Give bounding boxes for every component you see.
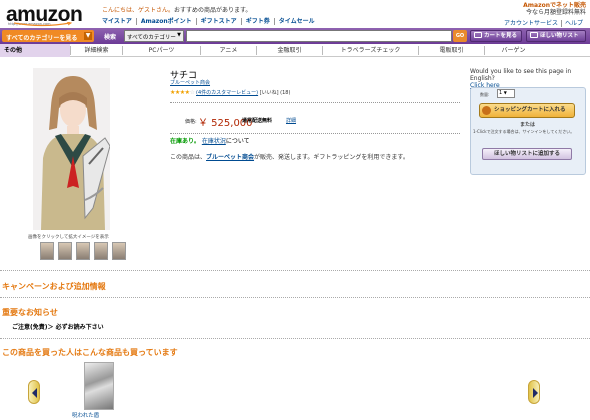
top-nav-giftstore[interactable]: ギフトストア	[195, 18, 241, 25]
thumbnail[interactable]	[94, 242, 108, 260]
carousel-item-image[interactable]	[84, 362, 114, 410]
search-go-button[interactable]: GO	[453, 30, 467, 42]
thumbnail[interactable]	[58, 242, 72, 260]
quantity-label: 数量:	[480, 92, 490, 97]
greeting: こんにちは、ゲストさん。おすすめの商品があります。	[102, 5, 251, 14]
add-to-cart-label: ショッピングカートに入れる	[494, 107, 566, 113]
arrow-left-icon	[32, 388, 37, 398]
stock-status-link[interactable]: 在庫状況	[202, 138, 226, 145]
stock-suffix: について	[225, 138, 250, 145]
promo-line1: Amazonでネット販売	[523, 2, 586, 9]
section-divider	[0, 270, 590, 271]
sold-by-prefix: この商品は、	[170, 154, 207, 161]
review-extra: [いいね] (18)	[259, 90, 291, 96]
help-link[interactable]: ヘルプ	[560, 20, 586, 27]
carousel-item-label[interactable]: 呪われた盾	[72, 411, 99, 419]
top-nav-mystore[interactable]: マイストア	[102, 18, 136, 25]
also-bought-heading: この商品を買った人はこんな商品も買っています	[2, 348, 178, 357]
add-to-wishlist-button[interactable]: ほしい物リストに追加する	[482, 148, 572, 160]
all-categories-button[interactable]: すべてのカテゴリーを見る ▼	[2, 30, 94, 42]
top-nav: マイストア Amazonポイント ギフトストア ギフト券 タイムセール	[102, 18, 319, 25]
subnav-trade[interactable]: 電販取引	[418, 46, 484, 55]
view-cart-button[interactable]: カートを見る	[470, 30, 522, 42]
shipping-note: 通常配送無料	[242, 118, 273, 124]
thumbnail-strip	[40, 242, 126, 260]
add-to-cart-button[interactable]: ショッピングカートに入れる	[479, 103, 575, 118]
logo-smile-icon	[13, 22, 73, 27]
wishlist-button[interactable]: ほしい物リスト	[526, 30, 586, 42]
subnav-other[interactable]: その他	[0, 44, 70, 57]
sold-by: この商品は、ブルーペット商会が販売、発送します。ギフトラッピングを利用できます。	[170, 152, 409, 161]
campaign-heading: キャンペーンおよび追加情報	[2, 282, 106, 291]
cart-icon	[482, 106, 491, 115]
promo-line2: 今なら月額登録料無料	[525, 9, 586, 16]
top-nav-giftcard[interactable]: ギフト券	[240, 18, 274, 25]
greeting-prefix: こんにちは、ゲストさん。	[102, 7, 175, 14]
subnav-pc-parts[interactable]: PCパーツ	[122, 46, 200, 55]
list-icon	[530, 32, 538, 38]
top-nav-points[interactable]: Amazonポイント	[135, 18, 196, 25]
carousel-next-button[interactable]	[528, 380, 540, 404]
section-divider	[0, 338, 590, 339]
sold-by-suffix: が販売、発送します。ギフトラッピングを利用できます。	[254, 154, 409, 161]
caution-text: ご注意(免責)＞ 必ずお読み下さい	[12, 324, 104, 331]
all-categories-label: すべてのカテゴリーを見る	[6, 35, 78, 42]
oneclick-note: 1-Clickで注文する場合は、サインインをしてください。	[473, 129, 575, 134]
section-divider	[0, 297, 590, 298]
image-caption: 画像をクリックして拡大イメージを表示	[28, 235, 109, 240]
seller-link[interactable]: ブルーペット商会	[206, 154, 254, 161]
english-question: Would you like to see this page in Engli…	[470, 68, 572, 82]
shipping-detail-link[interactable]: 詳細	[286, 117, 296, 124]
top-nav-timesale[interactable]: タイムセール	[273, 18, 319, 25]
rating-stars[interactable]: ★★★★	[170, 89, 190, 96]
or-text: または	[520, 122, 536, 128]
subnav-finance[interactable]: 金融取引	[256, 46, 322, 55]
subnav-anime[interactable]: アニメ	[200, 46, 256, 55]
english-page-prompt: Would you like to see this page in Engli…	[470, 68, 588, 89]
search-category-select[interactable]: すべてのカテゴリー ▼	[124, 30, 184, 42]
thumbnail[interactable]	[112, 242, 126, 260]
dropdown-arrow-icon: ▼	[503, 90, 507, 95]
search-category-value: すべてのカテゴリー	[127, 35, 176, 41]
quantity-value: 1	[499, 90, 503, 96]
promo-banner[interactable]: Amazonでネット販売 今なら月額登録料無料	[523, 2, 586, 16]
cart-icon	[474, 32, 482, 38]
account-service-link[interactable]: アカウントサービス	[501, 20, 561, 27]
stock-status: 在庫あり。	[170, 138, 200, 145]
thumbnail[interactable]	[40, 242, 54, 260]
subnav-bargain[interactable]: バーゲン	[484, 46, 542, 55]
carousel-prev-button[interactable]	[28, 380, 40, 404]
thumbnail[interactable]	[76, 242, 90, 260]
view-cart-label: カートを見る	[484, 33, 518, 39]
rating-star-empty: ☆	[189, 89, 195, 96]
notice-heading: 重要なお知らせ	[2, 308, 58, 317]
search-input[interactable]	[186, 30, 452, 42]
price-label: 価格:	[185, 119, 197, 125]
wishlist-label: ほしい物リスト	[540, 33, 579, 39]
stock-row: 在庫あり。 在庫状況について	[170, 136, 250, 145]
sub-nav: その他 詳細検索 PCパーツ アニメ 金融取引 トラベラーズチェック 電販取引 …	[0, 44, 590, 57]
quantity-select[interactable]: 1 ▼	[497, 89, 515, 98]
rating-row: ★★★★☆ (4件のカスタマーレビュー) [いいね] (18)	[170, 89, 290, 96]
search-label: 検索	[104, 34, 117, 41]
dropdown-arrow-icon: ▼	[177, 32, 181, 38]
review-count-link[interactable]: (4件のカスタマーレビュー)	[196, 90, 258, 96]
brand-link[interactable]: ブルーペット商会	[170, 79, 210, 86]
chevron-down-icon: ▼	[84, 32, 92, 40]
product-image[interactable]	[33, 68, 110, 230]
subnav-travelers-check[interactable]: トラベラーズチェック	[322, 46, 418, 55]
greeting-suffix[interactable]: おすすめの商品があります。	[174, 7, 251, 14]
arrow-right-icon	[533, 388, 538, 398]
help-nav: アカウントサービス ヘルプ	[501, 18, 586, 27]
subnav-advanced-search[interactable]: 詳細検索	[70, 46, 122, 55]
cosplay-photo	[33, 68, 110, 230]
